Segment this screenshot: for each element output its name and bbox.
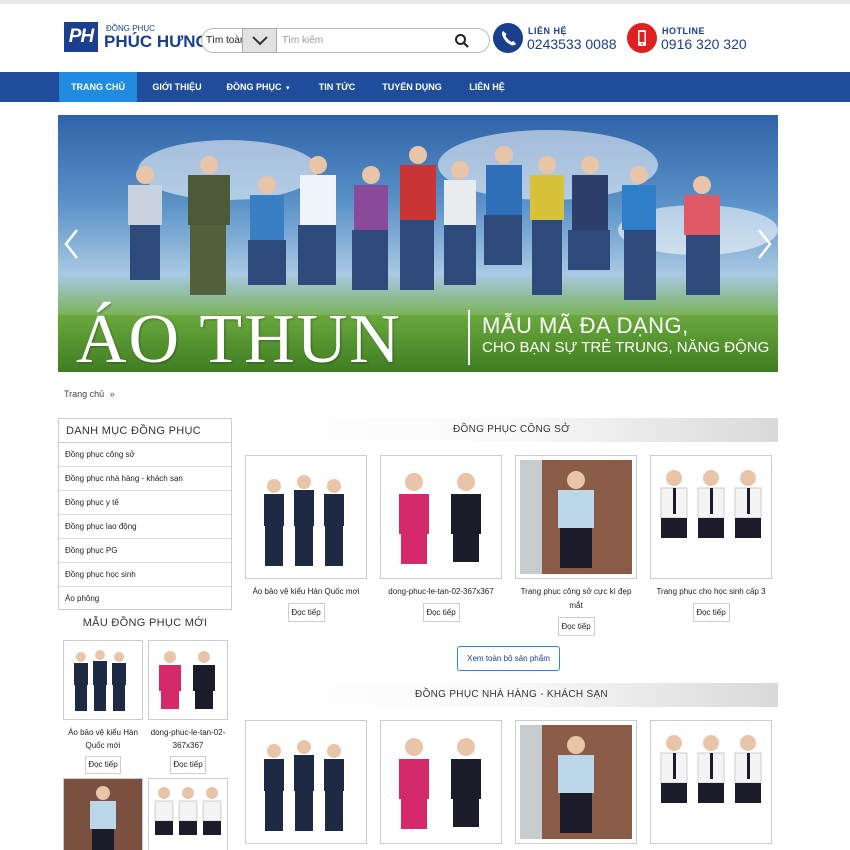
side-product-card: dong-phuc-le-tan-02-367x367 Đọc tiếp	[148, 640, 228, 774]
product-image[interactable]	[650, 455, 772, 579]
contact-block: LIÊN HỆ 0243533 0088	[493, 22, 623, 54]
hotline-phone[interactable]: 0916 320 320	[661, 36, 747, 52]
new-products-title: MẪU ĐỒNG PHỤC MỚI	[82, 617, 208, 629]
product-name[interactable]: Áo bảo vệ kiểu Hàn Quốc mới	[63, 726, 143, 752]
product-image[interactable]	[380, 455, 502, 579]
nav-item-uniforms[interactable]: ĐỒNG PHỤC ▾	[220, 72, 296, 102]
nav-item-home[interactable]: TRANG CHỦ	[59, 72, 137, 102]
product-card: dong-phuc-le-tan-02-367x367 Đọc tiếp	[380, 455, 502, 622]
search-scope-select[interactable]: Tìm toàn bộ	[206, 29, 246, 52]
read-more-button[interactable]: Đọc tiếp	[287, 603, 325, 622]
product-image[interactable]	[515, 720, 637, 844]
logo-mark: PH	[64, 22, 98, 52]
product-card: Áo bảo vệ kiểu Hàn Quốc mơi Đọc tiếp	[245, 455, 367, 622]
product-image[interactable]	[148, 640, 228, 720]
read-more-button[interactable]: Đọc tiếp	[692, 603, 730, 622]
side-product-card	[63, 778, 143, 850]
category-item-restaurant-hotel[interactable]: Đồng phục nhà hàng - khách sạn	[59, 467, 231, 491]
hotline-block: HOTLINE 0916 320 320	[627, 22, 757, 54]
category-item-tshirt[interactable]: Áo phông	[59, 587, 231, 611]
read-more-button[interactable]: Đọc tiếp	[170, 756, 206, 774]
product-image[interactable]	[148, 778, 228, 850]
category-item-medical[interactable]: Đồng phục y tế	[59, 491, 231, 515]
product-image[interactable]	[515, 455, 637, 579]
category-item-pg[interactable]: Đồng phục PG	[59, 539, 231, 563]
hero-banner: ÁO THUN MẪU MÃ ĐA DẠNG, CHO BẠN SỰ TRẺ T…	[58, 115, 778, 372]
chevron-down-icon: ▾	[286, 85, 290, 92]
section-title-restaurant-hotel: ĐỒNG PHỤC NHÀ HÀNG - KHÁCH SẠN	[245, 683, 778, 707]
main-nav: TRANG CHỦ GIỚI THIỆU ĐỒNG PHỤC ▾ TIN TỨC…	[0, 72, 850, 102]
product-image[interactable]	[63, 640, 143, 720]
side-product-card	[148, 778, 228, 850]
breadcrumb-separator: »	[109, 389, 115, 399]
contact-phone[interactable]: 0243533 0088	[527, 36, 617, 52]
nav-item-about[interactable]: GIỚI THIỆU	[144, 72, 210, 102]
contact-title: LIÊN HỆ	[528, 26, 568, 36]
product-card	[515, 720, 637, 844]
product-image[interactable]	[650, 720, 772, 844]
product-image[interactable]	[245, 720, 367, 844]
product-name[interactable]: Áo bảo vệ kiểu Hàn Quốc mơi	[245, 585, 367, 599]
search-scope-dropdown[interactable]	[242, 28, 277, 53]
category-item-student[interactable]: Đồng phục học sinh	[59, 563, 231, 587]
section-title-office: ĐỒNG PHỤC CÔNG SỞ	[245, 418, 778, 442]
mobile-phone-icon	[627, 23, 657, 53]
banner-divider	[468, 310, 470, 365]
banner-headline: ÁO THUN	[76, 301, 402, 372]
product-card	[650, 720, 772, 844]
category-menu-title: DANH MỤC ĐỒNG PHỤC	[59, 419, 231, 443]
logo-name: PHÚC HƯNG	[104, 32, 209, 51]
breadcrumb: Trang chủ »	[64, 389, 115, 399]
chevron-down-icon	[252, 36, 268, 46]
nav-item-uniforms-label: ĐỒNG PHỤC	[226, 82, 282, 92]
product-name[interactable]: Trang phục cho học sinh cấp 3	[650, 585, 772, 599]
product-name[interactable]: dong-phuc-le-tan-02-367x367	[380, 585, 502, 599]
product-name[interactable]: Trang phục công sở cực kì đẹp mắt	[515, 585, 637, 613]
category-item-labor[interactable]: Đồng phục lao động	[59, 515, 231, 539]
side-product-card: Áo bảo vệ kiểu Hàn Quốc mới Đọc tiếp	[63, 640, 143, 774]
search-bar: Tìm toàn bộ	[201, 28, 490, 53]
jumping-people-image	[128, 146, 720, 300]
chevron-left-icon[interactable]	[62, 227, 82, 261]
top-border	[0, 0, 850, 4]
category-item-office[interactable]: Đồng phục công sở	[59, 443, 231, 467]
read-more-button[interactable]: Đọc tiếp	[557, 617, 595, 636]
hotline-title: HOTLINE	[662, 26, 705, 36]
product-card: Trang phục công sở cực kì đẹp mắt Đọc ti…	[515, 455, 637, 636]
read-more-button[interactable]: Đọc tiếp	[85, 756, 121, 774]
product-image[interactable]	[63, 778, 143, 850]
product-card	[380, 720, 502, 844]
product-image[interactable]	[245, 455, 367, 579]
phone-icon	[493, 23, 523, 53]
read-more-button[interactable]: Đọc tiếp	[422, 603, 460, 622]
product-image[interactable]	[380, 720, 502, 844]
nav-item-contact[interactable]: LIÊN HỆ	[458, 72, 516, 102]
chevron-right-icon[interactable]	[754, 227, 774, 261]
logo[interactable]: PH ĐỒNG PHỤC PHÚC HƯNG	[64, 22, 209, 54]
category-menu: DANH MỤC ĐỒNG PHỤC Đồng phục công sở Đồn…	[58, 418, 232, 610]
nav-item-news[interactable]: TIN TỨC	[306, 72, 368, 102]
product-name[interactable]: dong-phuc-le-tan-02-367x367	[148, 726, 228, 752]
search-icon[interactable]	[454, 33, 470, 49]
breadcrumb-home[interactable]: Trang chủ	[64, 389, 104, 399]
nav-item-careers[interactable]: TUYỂN DỤNG	[376, 72, 448, 102]
product-card: Trang phục cho học sinh cấp 3 Đọc tiếp	[650, 455, 772, 622]
banner-line-2: CHO BẠN SỰ TRẺ TRUNG, NĂNG ĐỘNG	[482, 339, 770, 356]
view-all-products-button[interactable]: Xem toàn bộ sản phẩm	[457, 646, 560, 671]
product-card	[245, 720, 367, 844]
banner-line-1: MẪU MÃ ĐA DẠNG,	[482, 313, 689, 338]
search-input[interactable]	[282, 32, 452, 49]
